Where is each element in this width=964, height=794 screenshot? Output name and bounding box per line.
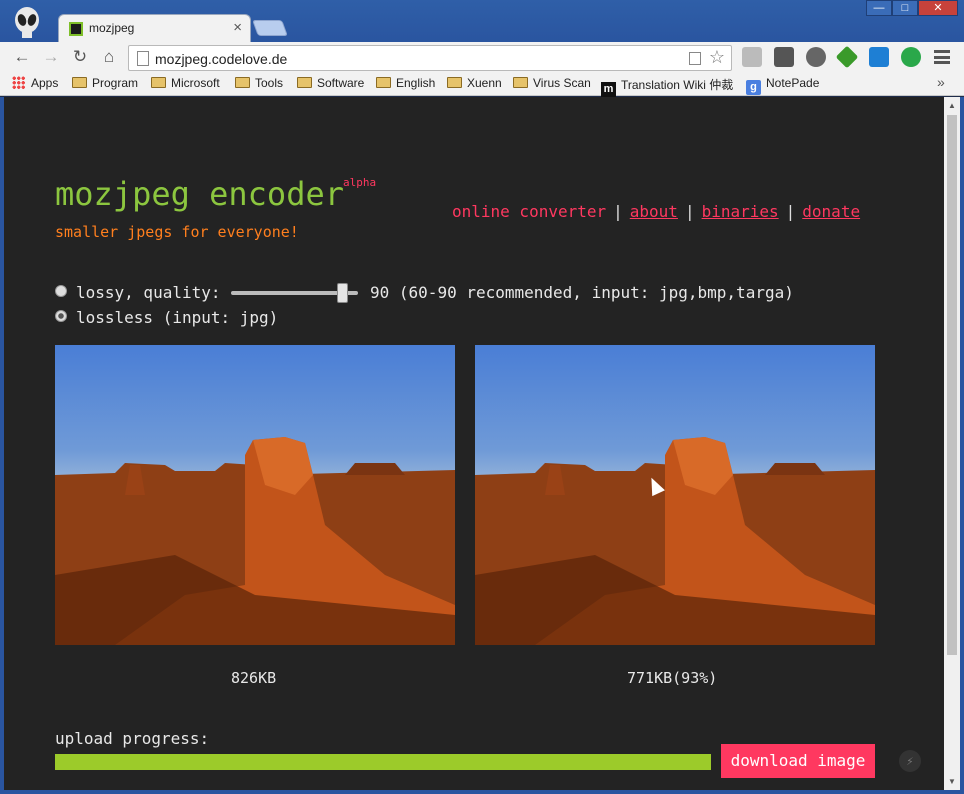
scroll-up-icon[interactable]: ▲ [947,101,957,110]
home-icon[interactable]: ⌂ [99,47,119,67]
maximize-button[interactable]: □ [892,0,918,16]
new-tab-button[interactable] [252,20,288,36]
extension-blue-icon[interactable] [869,47,889,67]
alpha-badge: alpha [343,176,377,189]
apps-grid-icon [12,76,25,89]
bookmark-software[interactable]: Software [297,76,364,90]
page-content: mozjpeg encoder alpha smaller jpegs for … [4,97,944,790]
window-frame-left [0,97,4,794]
window-frame-right [960,97,964,794]
compressed-size: 771KB(93%) [627,669,718,687]
feedly-icon[interactable] [835,45,859,69]
window-frame-bottom [0,790,964,794]
page-scrollbar[interactable]: ▲ ▼ [944,97,960,790]
scrollbar-thumb[interactable] [947,115,957,655]
bookmarks-bar: Apps Program Microsoft Tools Software En… [0,72,964,97]
lossless-option[interactable]: lossless (input: jpg) [55,308,278,327]
bookmark-microsoft[interactable]: Microsoft [151,76,220,90]
folder-icon [151,77,166,88]
folder-icon [447,77,462,88]
extension-green-icon[interactable] [901,47,921,67]
google-icon: g [746,80,761,95]
lossy-option[interactable]: lossy, quality: [55,283,221,302]
address-bar[interactable]: mozjpeg.codelove.de ☆ [128,45,732,71]
nav-online-converter[interactable]: online converter [452,202,606,221]
bookmark-star-icon[interactable]: ☆ [709,47,725,68]
m-icon: m [601,82,616,97]
extension-off-icon[interactable] [742,47,762,67]
nav-separator: | [613,202,623,221]
menu-hamburger-icon[interactable] [934,50,950,64]
upload-progress-label: upload progress: [55,729,210,748]
nav-binaries-link[interactable]: binaries [702,202,779,221]
site-title: mozjpeg encoder [55,175,344,213]
corner-tool-icon[interactable]: ⚡ [899,750,921,772]
tab-close-icon[interactable]: × [233,19,242,36]
browser-tab[interactable]: mozjpeg × [58,14,251,42]
reload-icon[interactable]: ↻ [70,47,90,67]
folder-icon [235,77,250,88]
compressed-image [475,345,875,645]
folder-icon [297,77,312,88]
forward-arrow-icon[interactable]: → [41,47,61,67]
site-nav: online converter | about | binaries | donate [452,202,860,221]
original-image [55,345,455,645]
evernote-icon[interactable] [806,47,826,67]
pocket-icon[interactable] [774,47,794,67]
minimize-button[interactable]: — [866,0,892,16]
nav-about-link[interactable]: about [630,202,678,221]
bookmark-xuenn[interactable]: Xuenn [447,76,502,90]
title-bar: mozjpeg × — □ ✕ [0,0,964,42]
lossless-label: lossless (input: jpg) [76,308,279,327]
download-image-button[interactable]: download image [721,744,875,778]
bookmark-virus-scan[interactable]: Virus Scan [513,76,591,90]
bookmark-tools[interactable]: Tools [235,76,283,90]
lossless-radio[interactable] [55,310,67,322]
lossy-label: lossy, quality: [76,283,221,302]
original-size: 826KB [231,669,277,687]
tab-title: mozjpeg [89,21,135,35]
page-copy-icon[interactable] [689,52,701,65]
back-arrow-icon[interactable]: ← [12,47,32,67]
page-icon [137,51,149,66]
bookmark-notepade[interactable]: g NotePade [746,76,819,95]
bookmarks-more-icon[interactable]: » [937,74,945,90]
quality-readout: 90 (60-90 recommended, input: jpg,bmp,ta… [370,283,794,302]
quality-slider-thumb[interactable] [337,283,348,303]
browser-toolbar: ← → ↻ ⌂ mozjpeg.codelove.de ☆ [0,42,964,72]
bookmark-translation-wiki[interactable]: m Translation Wiki 仲裁 [601,76,733,97]
site-favicon-icon [69,22,83,36]
desert-mesa-picture [475,437,875,645]
lossy-radio[interactable] [55,285,67,297]
nav-separator: | [684,202,695,221]
alien-avatar-icon [15,7,39,38]
folder-icon [513,77,528,88]
nav-donate-link[interactable]: donate [802,202,860,221]
url-text[interactable]: mozjpeg.codelove.de [155,51,287,67]
quality-value: 90 [370,283,390,302]
folder-icon [72,77,87,88]
quality-hint: (60-90 recommended, input: jpg,bmp,targa… [398,283,794,302]
upload-progress-bar [55,754,711,770]
desert-mesa-picture [55,437,455,645]
bookmark-program[interactable]: Program [72,76,138,90]
bookmark-apps[interactable]: Apps [12,76,58,90]
scroll-down-icon[interactable]: ▼ [947,777,957,786]
folder-icon [376,77,391,88]
site-tagline: smaller jpegs for everyone! [55,223,299,241]
close-window-button[interactable]: ✕ [918,0,958,16]
nav-separator: | [785,202,796,221]
bookmark-english[interactable]: English [376,76,435,90]
upload-progress-fill [55,754,711,770]
